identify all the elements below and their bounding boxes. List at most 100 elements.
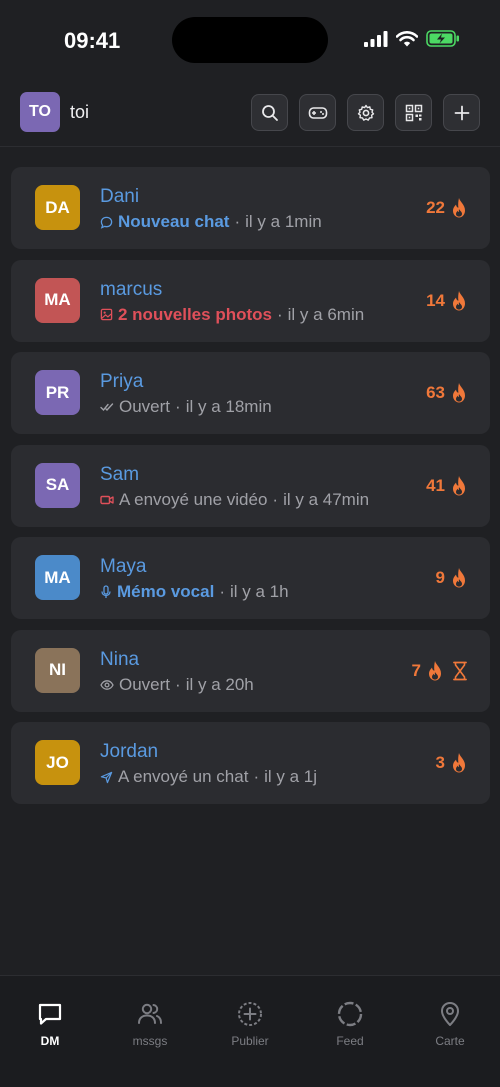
conversation-list: DA Dani Nouveau chat · il y a 1min 22 MA… <box>11 167 490 815</box>
separator-dot: · <box>272 489 279 509</box>
qr-code-icon <box>405 104 422 121</box>
contact-name: Sam <box>100 463 140 485</box>
gamepad-icon <box>308 106 327 119</box>
fire-icon <box>453 753 465 773</box>
streak-count: 41 <box>426 475 445 495</box>
separator-dot: · <box>276 304 283 324</box>
status-text: 2 nouvelles photos <box>118 304 272 324</box>
photo-icon <box>100 308 113 321</box>
separator-dot: · <box>175 397 181 416</box>
conversation-row[interactable]: DA Dani Nouveau chat · il y a 1min 22 <box>11 167 490 249</box>
users-icon <box>138 1003 162 1024</box>
chat-bubble-icon <box>100 216 113 229</box>
chat-bubble-icon <box>38 1003 62 1025</box>
avatar[interactable]: PR <box>35 370 80 415</box>
contact-name: Jordan <box>100 741 159 762</box>
fire-icon <box>453 383 465 403</box>
my-avatar[interactable]: TO <box>20 92 60 132</box>
conversation-status: Ouvert · il y a 20h <box>100 675 254 695</box>
conversation-status: 2 nouvelles photos · il y a 6min <box>100 305 364 325</box>
double-check-icon <box>100 403 114 412</box>
nav-label: Carte <box>435 1034 465 1048</box>
streak-badge: 41 <box>426 475 468 497</box>
add-button[interactable] <box>443 94 480 131</box>
avatar[interactable]: SA <box>35 462 80 508</box>
timestamp: il y a 6min <box>287 304 365 324</box>
nav-feed[interactable]: Feed <box>300 1000 400 1048</box>
nav-label: mssgs <box>132 1034 168 1048</box>
separator-dot: · <box>219 582 225 601</box>
conversation-status: A envoyé une vidéo · il y a 47min <box>100 490 369 510</box>
conversation-row[interactable]: SA Sam A envoyé une vidéo · il y a 47min… <box>11 444 490 527</box>
fire-icon <box>429 660 441 680</box>
streak-badge: 22 <box>426 197 468 219</box>
separator-dot: · <box>253 767 260 786</box>
header-buttons <box>251 94 480 131</box>
fire-icon <box>453 290 465 310</box>
settings-button[interactable] <box>347 94 384 131</box>
streak-badge: 7 <box>412 660 468 682</box>
contact-name: Nina <box>100 648 140 670</box>
streak-badge: 63 <box>426 382 468 404</box>
timestamp: il y a 1min <box>245 212 322 231</box>
streak-badge: 14 <box>426 290 468 312</box>
avatar[interactable]: JO <box>35 740 80 785</box>
send-arrow-icon <box>100 771 113 783</box>
status-text: Ouvert <box>119 397 171 416</box>
streak-count: 7 <box>411 660 421 680</box>
avatar[interactable]: MA <box>35 555 80 600</box>
nav-carte[interactable]: Carte <box>400 1000 500 1048</box>
search-button[interactable] <box>251 94 288 131</box>
gear-icon <box>357 104 374 121</box>
status-text: Nouveau chat <box>118 212 230 231</box>
wifi-icon <box>396 30 418 46</box>
streak-count: 22 <box>426 198 445 217</box>
fire-icon <box>453 475 465 495</box>
timestamp: il y a 47min <box>283 489 370 509</box>
status-icons <box>364 30 460 47</box>
nav-label: DM <box>40 1034 60 1048</box>
conversation-row[interactable]: PR Priya Ouvert · il y a 18min 63 <box>11 352 490 434</box>
timestamp: il y a 20h <box>185 674 254 694</box>
nav-dm[interactable]: DM <box>0 1000 100 1048</box>
status-text: A envoyé un chat <box>118 767 249 786</box>
dynamic-island <box>172 17 328 63</box>
nav-label: Publier <box>231 1034 269 1048</box>
conversation-row[interactable]: MA marcus 2 nouvelles photos · il y a 6m… <box>11 259 490 342</box>
contact-name: Priya <box>100 371 144 392</box>
conversation-row[interactable]: JO Jordan A envoyé un chat · il y a 1j 3 <box>11 722 490 804</box>
conversation-status: A envoyé un chat · il y a 1j <box>100 767 317 787</box>
streak-badge: 9 <box>436 567 468 589</box>
battery-charging-icon <box>426 30 459 47</box>
plus-icon <box>454 105 469 120</box>
games-button[interactable] <box>299 94 336 131</box>
streak-count: 63 <box>426 383 445 402</box>
nav-publier[interactable]: Publier <box>200 1000 300 1048</box>
status-text: Mémo vocal <box>117 582 215 601</box>
microphone-icon <box>101 585 111 598</box>
timestamp: il y a 18min <box>185 397 272 416</box>
streak-count: 9 <box>435 568 445 587</box>
conversation-row[interactable]: NI Nina Ouvert · il y a 20h 7 <box>11 629 490 712</box>
qr-code-button[interactable] <box>395 94 432 131</box>
status-text: Ouvert <box>119 674 171 694</box>
avatar[interactable]: MA <box>35 277 80 323</box>
avatar[interactable]: NI <box>35 647 80 693</box>
contact-name: Dani <box>100 186 140 207</box>
my-username: toi <box>70 102 90 122</box>
status-bar: 09:41 <box>0 0 500 80</box>
conversation-row[interactable]: MA Maya Mémo vocal · il y a 1h 9 <box>11 537 490 619</box>
eye-icon <box>100 679 114 690</box>
streak-badge: 3 <box>436 752 468 774</box>
conversation-status: Nouveau chat · il y a 1min <box>100 212 322 232</box>
timestamp: il y a 1j <box>264 767 318 786</box>
fire-icon <box>453 568 465 588</box>
contact-name: Maya <box>100 556 147 577</box>
map-pin-icon <box>441 1002 459 1026</box>
contact-name: marcus <box>100 278 163 300</box>
avatar[interactable]: DA <box>35 185 80 230</box>
separator-dot: · <box>234 212 241 231</box>
nav-mssgs[interactable]: mssgs <box>100 1000 200 1048</box>
circle-ring-icon <box>337 1001 363 1027</box>
search-icon <box>261 104 278 121</box>
